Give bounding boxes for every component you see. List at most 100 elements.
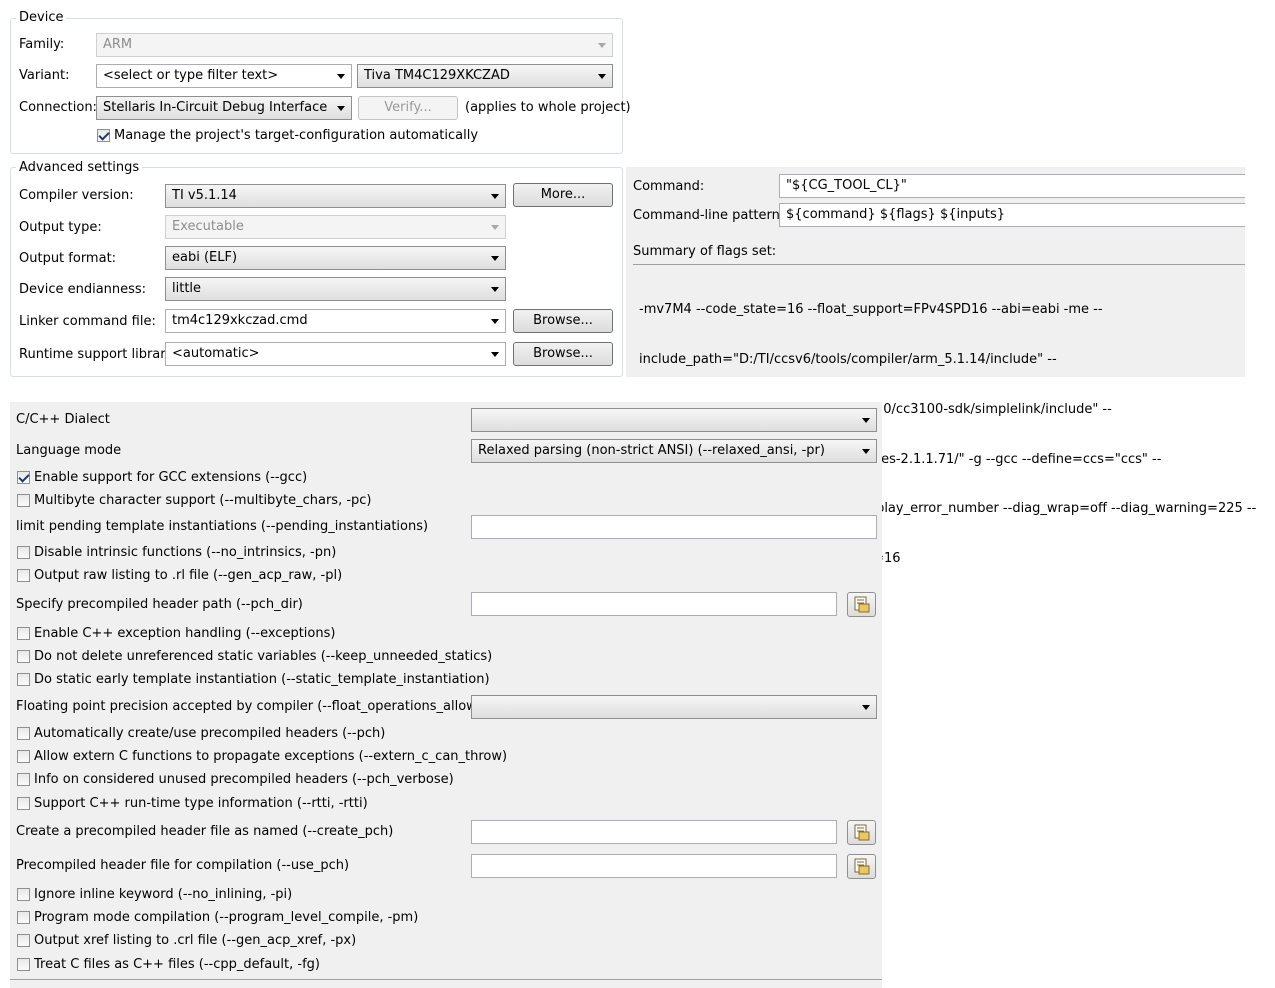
cpp-default-checkbox[interactable] — [17, 958, 30, 971]
create-pch-label: Create a precompiled header file as name… — [16, 824, 394, 839]
keep-statics-checkbox[interactable] — [17, 650, 30, 663]
pch-label: Automatically create/use precompiled hea… — [34, 726, 386, 741]
linker-cmd-label: Linker command file: — [19, 314, 156, 329]
no-inlining-checkbox[interactable] — [17, 888, 30, 901]
summary-line: -mv7M4 --code_state=16 --float_support=F… — [639, 302, 1103, 318]
linker-cmd-value: tm4c129xkczad.cmd — [172, 313, 308, 328]
variant-combo[interactable]: Tiva TM4C129XKCZAD — [357, 64, 613, 88]
runtime-lib-value: <automatic> — [172, 346, 260, 361]
use-pch-browse-button[interactable] — [847, 854, 876, 879]
pch-verbose-label: Info on considered unused precompiled he… — [34, 772, 454, 787]
runtime-lib-label: Runtime support library: — [19, 347, 177, 362]
exceptions-label: Enable C++ exception handling (--excepti… — [34, 626, 336, 641]
chevron-down-icon — [491, 352, 499, 357]
output-type-value: Executable — [172, 219, 244, 234]
cpp-default-label: Treat C files as C++ files (--cpp_defaul… — [34, 957, 320, 972]
multibyte-label: Multibyte character support (--multibyte… — [34, 493, 372, 508]
folder-browse-icon — [854, 858, 870, 875]
chevron-down-icon — [491, 194, 499, 199]
language-mode-combo[interactable]: Relaxed parsing (non-strict ANSI) (--rel… — [471, 439, 877, 463]
endianness-value: little — [172, 281, 202, 296]
gen-acp-xref-label: Output xref listing to .crl file (--gen_… — [34, 933, 357, 948]
pch-dir-browse-button[interactable] — [847, 592, 876, 617]
pch-dir-input[interactable] — [471, 592, 837, 616]
multibyte-checkbox[interactable] — [17, 494, 30, 507]
chevron-down-icon — [491, 287, 499, 292]
manage-target-config-checkbox[interactable] — [97, 129, 110, 142]
endianness-combo[interactable]: little — [165, 277, 506, 301]
pch-verbose-checkbox[interactable] — [17, 773, 30, 786]
output-format-label: Output format: — [19, 251, 117, 266]
output-type-combo[interactable]: Executable — [165, 215, 506, 239]
gcc-ext-checkbox[interactable] — [17, 471, 30, 484]
verify-button[interactable]: Verify... — [358, 96, 458, 120]
runtime-lib-combo[interactable]: <automatic> — [165, 342, 506, 366]
folder-browse-icon — [854, 824, 870, 841]
gen-acp-raw-label: Output raw listing to .rl file (--gen_ac… — [34, 568, 343, 583]
chevron-down-icon — [491, 319, 499, 324]
chevron-down-icon — [337, 106, 345, 111]
language-mode-label: Language mode — [16, 443, 122, 458]
static-template-checkbox[interactable] — [17, 673, 30, 686]
pending-instantiations-label: limit pending template instantiations (-… — [16, 519, 429, 534]
float-ops-label: Floating point precision accepted by com… — [16, 699, 499, 714]
summary-divider — [633, 264, 1245, 265]
pending-instantiations-input[interactable] — [471, 515, 877, 539]
compiler-version-value: TI v5.1.14 — [172, 188, 237, 203]
applies-note: (applies to whole project) — [465, 100, 631, 115]
float-ops-combo[interactable] — [471, 695, 877, 719]
advanced-settings-title: Advanced settings — [16, 160, 143, 176]
chevron-down-icon — [862, 449, 870, 454]
gen-acp-raw-checkbox[interactable] — [17, 569, 30, 582]
family-combo[interactable]: ARM — [96, 33, 613, 57]
device-group-title: Device — [16, 10, 67, 26]
variant-filter-text: <select or type filter text> — [103, 68, 279, 83]
create-pch-browse-button[interactable] — [847, 820, 876, 845]
connection-value: Stellaris In-Circuit Debug Interface — [103, 100, 328, 115]
linker-browse-button[interactable]: Browse... — [513, 309, 613, 333]
exceptions-checkbox[interactable] — [17, 627, 30, 640]
gcc-ext-label: Enable support for GCC extensions (--gcc… — [34, 470, 308, 485]
pch-checkbox[interactable] — [17, 727, 30, 740]
chevron-down-icon — [598, 74, 606, 79]
use-pch-input[interactable] — [471, 854, 837, 878]
cpp-dialect-combo[interactable] — [471, 408, 877, 432]
chevron-down-icon — [862, 418, 870, 423]
output-format-value: eabi (ELF) — [172, 250, 238, 265]
variant-filter-combo[interactable]: <select or type filter text> — [96, 64, 352, 88]
more-button[interactable]: More... — [513, 183, 613, 207]
endianness-label: Device endianness: — [19, 282, 147, 297]
chevron-down-icon — [491, 256, 499, 261]
no-intrinsics-checkbox[interactable] — [17, 546, 30, 559]
chevron-down-icon — [598, 43, 606, 48]
output-format-combo[interactable]: eabi (ELF) — [165, 246, 506, 270]
summary-label: Summary of flags set: — [633, 244, 777, 259]
use-pch-label: Precompiled header file for compilation … — [16, 858, 350, 873]
chevron-down-icon — [337, 74, 345, 79]
family-value: ARM — [103, 37, 133, 52]
create-pch-input[interactable] — [471, 820, 837, 844]
command-field[interactable]: "${CG_TOOL_CL}" — [779, 174, 1245, 198]
chevron-down-icon — [491, 225, 499, 230]
connection-label: Connection: — [19, 100, 97, 115]
connection-combo[interactable]: Stellaris In-Circuit Debug Interface — [96, 96, 352, 120]
command-label: Command: — [633, 179, 705, 194]
no-intrinsics-label: Disable intrinsic functions (--no_intrin… — [34, 545, 337, 560]
rtti-checkbox[interactable] — [17, 797, 30, 810]
cpp-dialect-label: C/C++ Dialect — [16, 412, 110, 427]
program-level-checkbox[interactable] — [17, 911, 30, 924]
gen-acp-xref-checkbox[interactable] — [17, 934, 30, 947]
extern-c-checkbox[interactable] — [17, 750, 30, 763]
folder-browse-icon — [854, 596, 870, 613]
compiler-version-combo[interactable]: TI v5.1.14 — [165, 184, 506, 208]
compiler-version-label: Compiler version: — [19, 188, 134, 203]
pattern-label: Command-line pattern: — [633, 208, 785, 223]
program-level-label: Program mode compilation (--program_leve… — [34, 910, 419, 925]
pattern-field[interactable]: ${command} ${flags} ${inputs} — [779, 203, 1245, 227]
runtime-browse-button[interactable]: Browse... — [513, 342, 613, 366]
panel-bottom-divider — [10, 979, 882, 980]
linker-cmd-combo[interactable]: tm4c129xkczad.cmd — [165, 309, 506, 333]
family-label: Family: — [19, 37, 65, 52]
variant-value: Tiva TM4C129XKCZAD — [364, 68, 510, 83]
keep-statics-label: Do not delete unreferenced static variab… — [34, 649, 493, 664]
